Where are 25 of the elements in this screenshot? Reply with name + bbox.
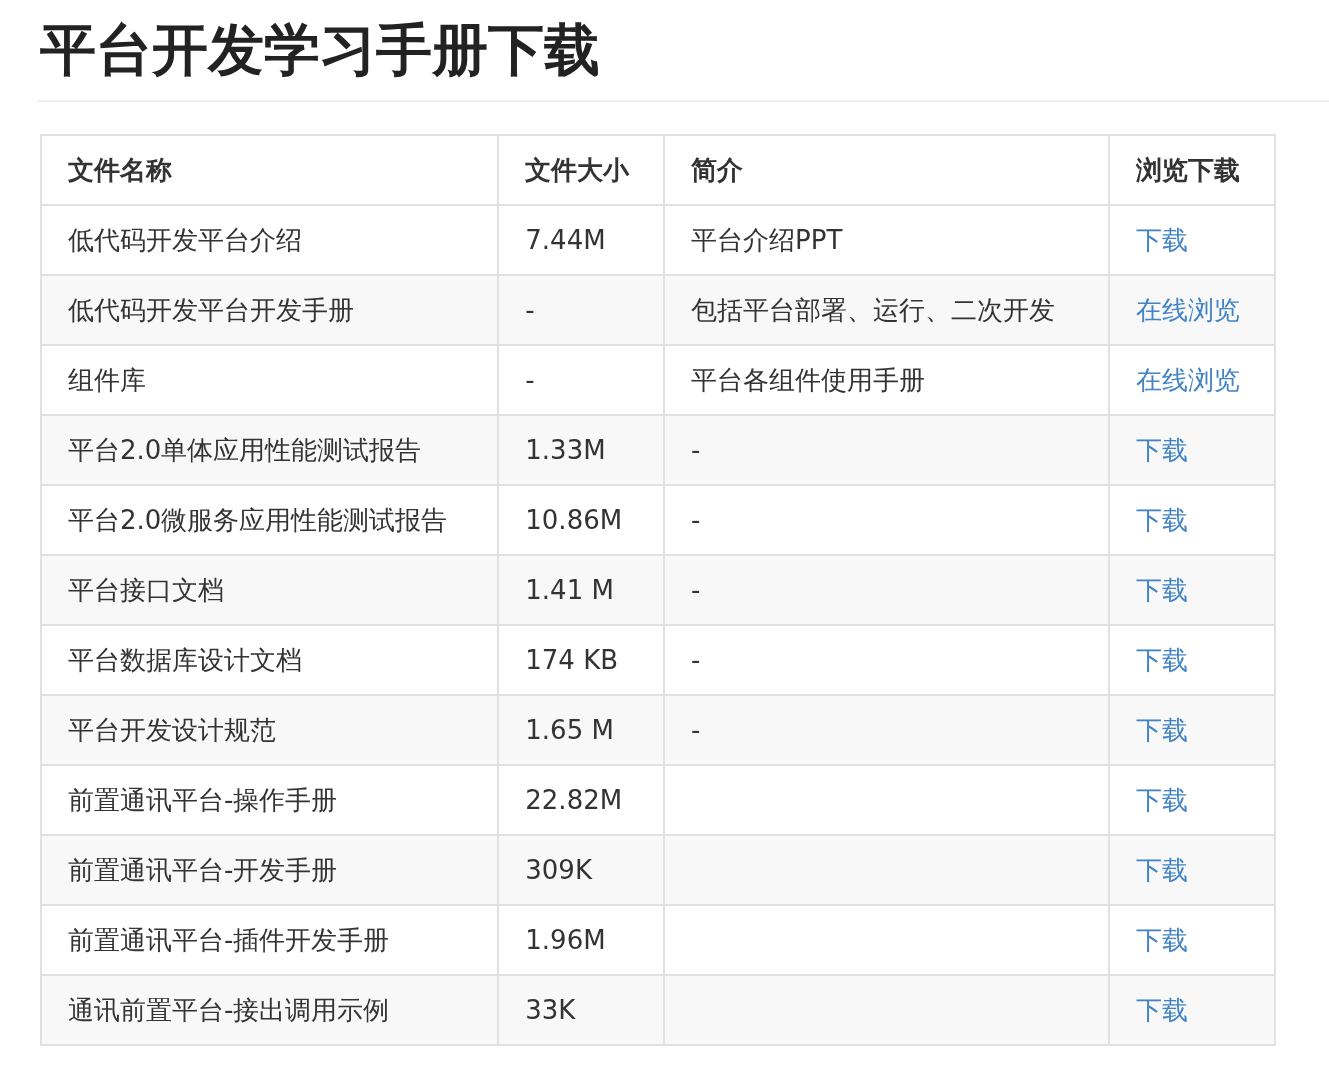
download-link[interactable]: 下载: [1136, 994, 1189, 1025]
download-link[interactable]: 下载: [1136, 644, 1189, 675]
download-link[interactable]: 下载: [1136, 714, 1189, 745]
download-link[interactable]: 下载: [1136, 434, 1189, 465]
download-link[interactable]: 下载: [1136, 504, 1189, 535]
table-cell: -: [691, 434, 701, 465]
table-cell: 包括平台部署、运行、二次开发: [691, 294, 1056, 325]
table-cell: 通讯前置平台-接出调用示例: [41, 975, 499, 1045]
download-link[interactable]: 下载: [1136, 574, 1189, 605]
download-link[interactable]: 下载: [1136, 924, 1189, 955]
table-cell: -: [691, 574, 701, 605]
column-header: 简介: [664, 135, 1110, 205]
table-cell: 平台各组件使用手册: [691, 364, 926, 395]
download-link[interactable]: 下载: [1136, 854, 1189, 885]
table-cell: 平台介绍PPT: [691, 224, 843, 255]
column-header: 文件名称: [41, 135, 499, 205]
download-link[interactable]: 下载: [1136, 784, 1189, 815]
page-title: 平台开发学习手册下载: [40, 16, 600, 84]
table-cell: -: [691, 504, 701, 535]
table-cell: 33K: [498, 975, 665, 1045]
table-cell: -: [691, 714, 701, 745]
column-header: 文件大小: [498, 135, 665, 205]
table-cell: -: [691, 644, 701, 675]
download-link[interactable]: 下载: [1136, 224, 1189, 255]
column-header: 浏览下载: [1109, 135, 1275, 205]
